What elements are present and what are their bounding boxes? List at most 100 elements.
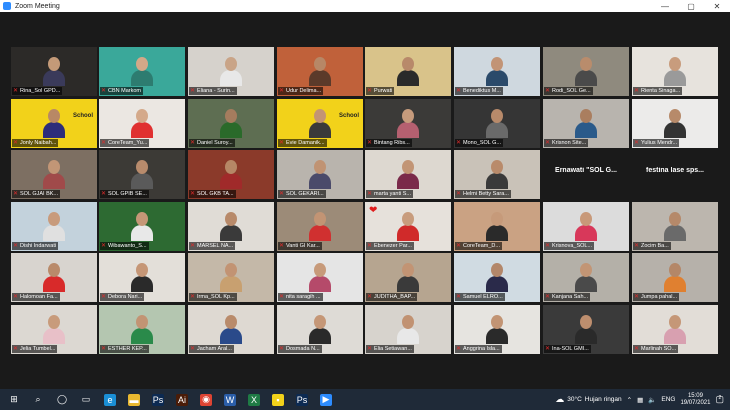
- search-icon[interactable]: ⌕: [32, 394, 44, 406]
- cloud-rain-icon: ☁: [555, 394, 565, 404]
- participant-tile[interactable]: ✕ Debora Nari...: [99, 253, 185, 302]
- participant-tile[interactable]: ✕ Dosmada N...: [277, 305, 363, 354]
- notification-icon[interactable]: ▢ 2: [715, 394, 724, 405]
- muted-mic-icon: ✕: [456, 88, 462, 94]
- cortana-icon[interactable]: ◯: [56, 394, 68, 406]
- participant-tile[interactable]: ✕ Irma_SOL Kp...: [188, 253, 274, 302]
- participant-label: ✕ JUDITHA_BAP...: [366, 293, 418, 301]
- participant-avatar: [486, 212, 508, 241]
- illustrator-icon[interactable]: Ai: [176, 393, 188, 406]
- participant-tile[interactable]: ✕ ESTHER KEP...: [99, 305, 185, 354]
- participant-tile[interactable]: ✕ Elia Setiawan...: [365, 305, 451, 354]
- participant-tile[interactable]: Ernawati "SOL G...: [543, 150, 629, 199]
- excel-icon[interactable]: X: [248, 393, 260, 406]
- participant-name: Samuel ELRO...: [463, 294, 503, 300]
- participant-tile[interactable]: ✕ Jelia Tumbel...: [11, 305, 97, 354]
- chevron-up-icon[interactable]: ⌃: [627, 396, 632, 404]
- participant-tile[interactable]: ✕ Yulius Mendr...: [632, 99, 718, 148]
- participant-tile[interactable]: ✕ nita saragih ...: [277, 253, 363, 302]
- participant-tile[interactable]: ✕ MARSEL NA...: [188, 202, 274, 251]
- participant-tile[interactable]: ✕ Rodi_SOL Ge...: [543, 47, 629, 96]
- participant-tile[interactable]: ✕ Jumpa pahal...: [632, 253, 718, 302]
- participant-tile[interactable]: ✕ CoreTeam_D...: [454, 202, 540, 251]
- muted-mic-icon: ✕: [279, 294, 285, 300]
- chrome-icon[interactable]: ◉: [200, 393, 212, 406]
- participant-tile[interactable]: ✕ Dishi Indarwati: [11, 202, 97, 251]
- language-indicator[interactable]: ENG: [661, 396, 675, 403]
- participant-tile[interactable]: ✕ Wibawanto_S...: [99, 202, 185, 251]
- participant-tile[interactable]: ✕ Zocim Ba...: [632, 202, 718, 251]
- participant-tile[interactable]: ✕ Samuel ELRO...: [454, 253, 540, 302]
- muted-mic-icon: ✕: [545, 346, 551, 352]
- participant-tile[interactable]: ✕ Marlinah SO...: [632, 305, 718, 354]
- windows-start-icon[interactable]: ⊞: [8, 394, 20, 406]
- participant-tile[interactable]: ✕ Rina_Sol GPD...: [11, 47, 97, 96]
- participant-label: ✕ CBN Markom: [100, 87, 144, 95]
- file-explorer-icon[interactable]: ▬: [128, 393, 140, 406]
- participant-tile[interactable]: ✕ SOL GPIB SE...: [99, 150, 185, 199]
- participant-avatar: [43, 263, 65, 292]
- photoshop-2-icon[interactable]: Ps: [296, 393, 308, 406]
- participant-avatar: [575, 212, 597, 241]
- network-icon[interactable]: ▦: [637, 396, 643, 404]
- participant-tile[interactable]: ✕ Udur Delima...: [277, 47, 363, 96]
- participant-tile[interactable]: ✕ Helmi Betty Sara...: [454, 150, 540, 199]
- muted-mic-icon: ✕: [545, 243, 551, 249]
- participant-tile[interactable]: ✕ Mono_SOL G...: [454, 99, 540, 148]
- participant-tile[interactable]: ✕ SOL GJAI BK...: [11, 150, 97, 199]
- participant-tile[interactable]: ✕ Krisnova_SOL...: [543, 202, 629, 251]
- participant-tile[interactable]: festina lase sps...: [632, 150, 718, 199]
- participant-tile[interactable]: ✕ SOL GEKARI...: [277, 150, 363, 199]
- participant-tile[interactable]: School ✕ Jonly Naibah...: [11, 99, 97, 148]
- participant-name: Jacham Aral...: [197, 346, 232, 352]
- participant-tile[interactable]: School ✕ Evie Damanik...: [277, 99, 363, 148]
- photoshop-icon[interactable]: Ps: [152, 393, 164, 406]
- participant-tile[interactable]: ✕ Eliana - Surin...: [188, 47, 274, 96]
- muted-mic-icon: ✕: [545, 294, 551, 300]
- participant-tile[interactable]: ✕ Ina-SOL GMI...: [543, 305, 629, 354]
- muted-mic-icon: ✕: [456, 346, 462, 352]
- participant-avatar: [220, 57, 242, 86]
- participant-tile[interactable]: ✕ Purwati: [365, 47, 451, 96]
- participant-name: Mono_SOL G...: [463, 140, 502, 146]
- minimize-button[interactable]: —: [652, 0, 678, 12]
- volume-icon[interactable]: 🔈: [648, 396, 656, 404]
- participant-avatar: [43, 109, 65, 138]
- muted-mic-icon: ✕: [13, 346, 19, 352]
- participant-name: Anggrina Isla...: [463, 346, 500, 352]
- muted-mic-icon: ✕: [101, 191, 107, 197]
- muted-mic-icon: ✕: [13, 88, 19, 94]
- participant-tile[interactable]: ✕ Bintang Ribs...: [365, 99, 451, 148]
- maximize-button[interactable]: ▢: [678, 0, 704, 12]
- participant-tile[interactable]: ✕ Rienta Sinaga...: [632, 47, 718, 96]
- participant-name: Irma_SOL Kp...: [197, 294, 235, 300]
- task-view-icon[interactable]: ▭: [80, 394, 92, 406]
- participant-tile[interactable]: ✕ Kanjana Sah...: [543, 253, 629, 302]
- muted-mic-icon: ✕: [190, 243, 196, 249]
- participant-tile[interactable]: ✕ SOL GKB TA...: [188, 150, 274, 199]
- participant-tile[interactable]: ✕ CoreTeam_Yu...: [99, 99, 185, 148]
- participant-tile[interactable]: ✕ Jacham Aral...: [188, 305, 274, 354]
- close-button[interactable]: ✕: [704, 0, 730, 12]
- participant-tile[interactable]: ✕ marta yanti S...: [365, 150, 451, 199]
- participant-name: Marlinah SO...: [641, 346, 677, 352]
- participant-avatar: [309, 212, 331, 241]
- edge-icon[interactable]: e: [104, 393, 116, 406]
- participant-tile[interactable]: ✕ Anggrina Isla...: [454, 305, 540, 354]
- sticky-notes-icon[interactable]: ▪: [272, 393, 284, 406]
- participant-tile[interactable]: ✕ CBN Markom: [99, 47, 185, 96]
- participant-label: ✕ nita saragih ...: [278, 293, 323, 301]
- participant-avatar: [575, 109, 597, 138]
- participant-tile[interactable]: ❤ ✕ Ebenezer Par...: [365, 202, 451, 251]
- participant-tile[interactable]: ✕ Daniel Suroy...: [188, 99, 274, 148]
- participant-tile[interactable]: ✕ Vanti GI Kar...: [277, 202, 363, 251]
- participant-tile[interactable]: ✕ Halomoan Fa...: [11, 253, 97, 302]
- participant-tile[interactable]: ✕ Krisnon Site...: [543, 99, 629, 148]
- clock[interactable]: 15:09 19/07/2021: [680, 393, 710, 407]
- word-icon[interactable]: W: [224, 393, 236, 406]
- participant-tile[interactable]: ✕ JUDITHA_BAP...: [365, 253, 451, 302]
- participant-tile[interactable]: ✕ Benediktus M...: [454, 47, 540, 96]
- zoom-app-icon[interactable]: ▶: [320, 393, 332, 406]
- weather-widget[interactable]: ☁ 30°C Hujan ringan: [555, 394, 621, 405]
- muted-mic-icon: ✕: [190, 191, 196, 197]
